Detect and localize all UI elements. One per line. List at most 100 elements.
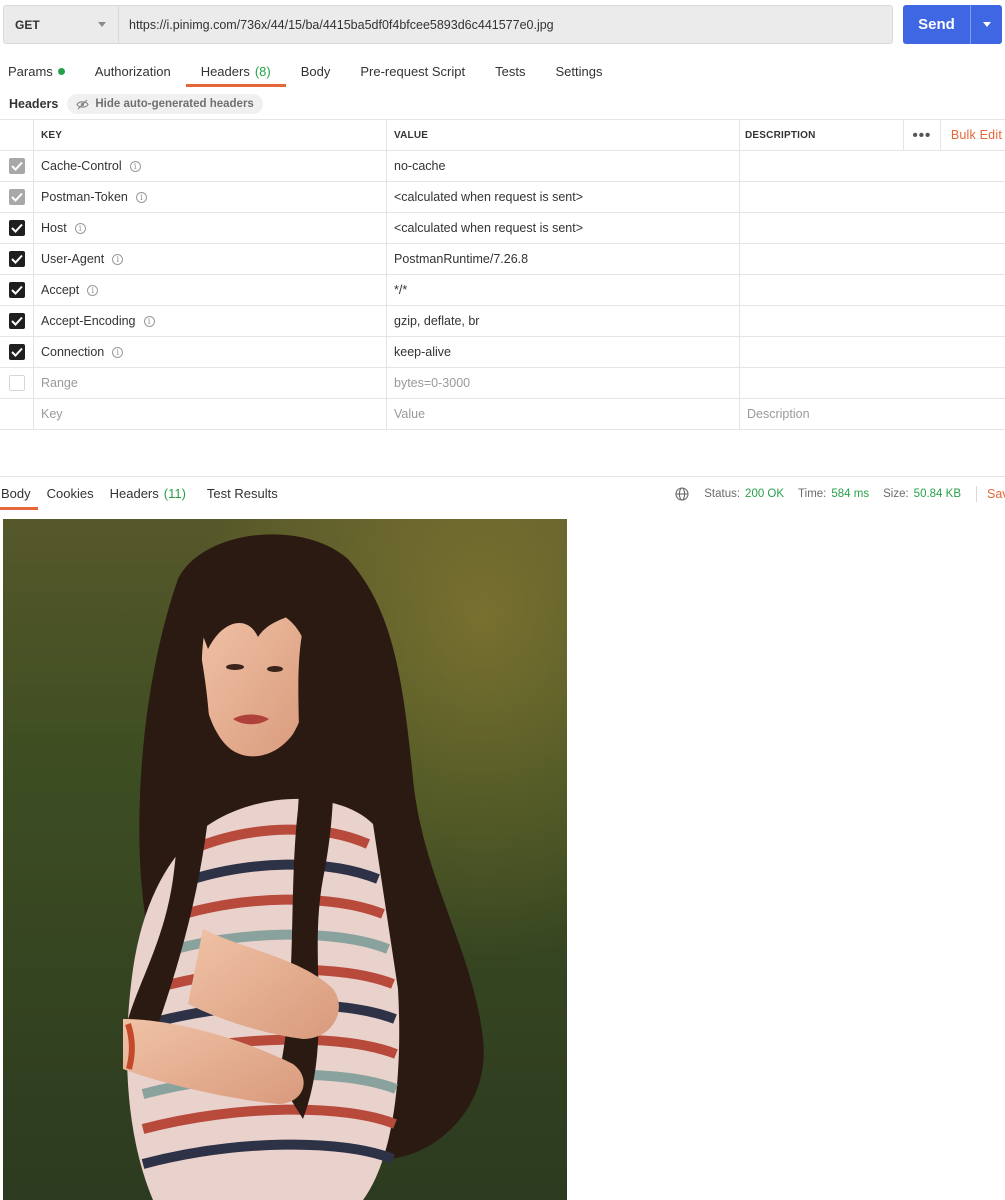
- header-value-cell[interactable]: no-cache: [387, 151, 740, 181]
- method-label: GET: [15, 17, 40, 32]
- new-description-input[interactable]: Description: [740, 399, 1005, 429]
- key-placeholder: Key: [41, 407, 63, 421]
- row-checkbox[interactable]: [8, 313, 25, 329]
- time-group: Time: 584 ms: [798, 488, 869, 500]
- response-tab-headers[interactable]: Headers (11): [110, 477, 186, 510]
- row-checkbox[interactable]: [8, 158, 25, 174]
- info-icon[interactable]: i: [74, 222, 86, 234]
- response-image-preview: [3, 519, 567, 1200]
- table-row: Cache-Control i no-cache: [0, 151, 1005, 182]
- tab-label: Pre-request Script: [360, 63, 466, 79]
- table-row: Accept i */*: [0, 275, 1005, 306]
- row-checkbox[interactable]: [8, 251, 25, 267]
- header-value-cell[interactable]: gzip, deflate, br: [387, 306, 740, 336]
- chevron-down-icon: [982, 22, 991, 27]
- header-value-cell[interactable]: <calculated when request is sent>: [387, 213, 740, 243]
- header-key-cell[interactable]: Postman-Token i: [34, 182, 387, 212]
- tab-pre-request-script[interactable]: Pre-request Script: [360, 55, 465, 87]
- row-checkbox-cell: [0, 275, 34, 305]
- header-description-cell[interactable]: [740, 368, 1005, 398]
- info-icon[interactable]: i: [112, 346, 124, 358]
- globe-icon[interactable]: [675, 486, 689, 501]
- table-header-row: KEY VALUE DESCRIPTION ••• Bulk Edit: [0, 120, 1005, 151]
- tab-headers[interactable]: Headers (8): [185, 55, 286, 87]
- header-value-cell[interactable]: bytes=0-3000: [387, 368, 740, 398]
- send-button[interactable]: Send: [903, 5, 1002, 44]
- request-tabs: Params Authorization Headers (8) Body Pr…: [0, 55, 602, 87]
- response-tab-cookies[interactable]: Cookies: [47, 477, 94, 510]
- send-options-button[interactable]: [970, 5, 1002, 44]
- tab-body[interactable]: Body: [301, 55, 331, 87]
- tab-label: Cookies: [46, 486, 94, 501]
- new-header-row: Key Value Description: [0, 399, 1005, 430]
- header-description-cell[interactable]: [740, 182, 1005, 212]
- tab-label: Settings: [555, 63, 603, 79]
- header-key-cell[interactable]: User-Agent i: [34, 244, 387, 274]
- header-key: User-Agent: [41, 252, 105, 266]
- header-key-cell[interactable]: Connection i: [34, 337, 387, 367]
- table-row: Range bytes=0-3000: [0, 368, 1005, 399]
- column-description-cell: DESCRIPTION ••• Bulk Edit: [740, 120, 1005, 150]
- row-checkbox-cell: [0, 182, 34, 212]
- tab-authorization[interactable]: Authorization: [95, 55, 171, 87]
- header-key-cell[interactable]: Host i: [34, 213, 387, 243]
- save-response-button[interactable]: Save Response: [987, 487, 1005, 501]
- header-key-cell[interactable]: Accept-Encoding i: [34, 306, 387, 336]
- table-row: Postman-Token i <calculated when request i…: [0, 182, 1005, 213]
- header-description-cell[interactable]: [740, 306, 1005, 336]
- info-icon[interactable]: i: [135, 191, 147, 203]
- header-description-cell[interactable]: [740, 275, 1005, 305]
- bulk-edit-button[interactable]: Bulk Edit: [941, 128, 1005, 142]
- url-input[interactable]: https://i.pinimg.com/736x/44/15/ba/4415b…: [119, 6, 892, 43]
- header-key-cell[interactable]: Accept i: [34, 275, 387, 305]
- header-description-cell[interactable]: [740, 213, 1005, 243]
- tab-settings[interactable]: Settings: [555, 55, 602, 87]
- size-label: Size:: [883, 487, 909, 500]
- header-value-cell[interactable]: */*: [387, 275, 740, 305]
- header-key-cell[interactable]: Cache-Control i: [34, 151, 387, 181]
- value-placeholder: Value: [394, 407, 426, 421]
- headers-title: Headers: [9, 97, 59, 111]
- tab-tests[interactable]: Tests: [495, 55, 525, 87]
- table-row: Accept-Encoding i gzip, deflate, br: [0, 306, 1005, 337]
- row-checkbox[interactable]: [8, 220, 25, 236]
- description-placeholder: Description: [747, 407, 810, 421]
- header-value-cell[interactable]: keep-alive: [387, 337, 740, 367]
- header-key: Accept-Encoding: [41, 314, 136, 328]
- row-checkbox[interactable]: [8, 189, 25, 205]
- response-tab-body[interactable]: Body: [0, 477, 38, 510]
- row-checkbox[interactable]: [8, 375, 25, 391]
- tab-params[interactable]: Params: [8, 55, 65, 87]
- info-icon[interactable]: i: [143, 315, 155, 327]
- new-key-input[interactable]: Key: [34, 399, 387, 429]
- info-icon[interactable]: i: [129, 160, 141, 172]
- row-checkbox[interactable]: [8, 344, 25, 360]
- response-bar: Body Cookies Headers (11) Test Results S…: [0, 476, 1005, 510]
- new-value-input[interactable]: Value: [387, 399, 740, 429]
- send-label: Send: [918, 16, 955, 33]
- divider: [976, 485, 977, 502]
- header-key-cell[interactable]: Range: [34, 368, 387, 398]
- tab-label: Headers: [109, 486, 159, 501]
- header-description-cell[interactable]: [740, 337, 1005, 367]
- hide-auto-generated-headers-button[interactable]: Hide auto-generated headers: [67, 94, 263, 114]
- header-key: Host: [41, 221, 67, 235]
- row-checkbox[interactable]: [8, 282, 25, 298]
- more-options-button[interactable]: •••: [902, 120, 941, 150]
- header-description-cell[interactable]: [740, 151, 1005, 181]
- info-icon[interactable]: i: [112, 253, 124, 265]
- header-value-cell[interactable]: PostmanRuntime/7.26.8: [387, 244, 740, 274]
- info-icon[interactable]: i: [87, 284, 99, 296]
- header-checkbox-column: [0, 120, 34, 150]
- method-select[interactable]: GET: [4, 6, 119, 43]
- tab-label: Tests: [495, 63, 526, 79]
- header-description-cell[interactable]: [740, 244, 1005, 274]
- request-bar: GET https://i.pinimg.com/736x/44/15/ba/4…: [3, 5, 893, 44]
- header-value-cell[interactable]: <calculated when request is sent>: [387, 182, 740, 212]
- row-checkbox-cell: [0, 151, 34, 181]
- response-tabs: Body Cookies Headers (11) Test Results: [0, 477, 278, 510]
- headers-table: KEY VALUE DESCRIPTION ••• Bulk Edit Cach…: [0, 119, 1005, 430]
- status-value: 200 OK: [745, 487, 785, 500]
- response-tab-test-results[interactable]: Test Results: [207, 477, 278, 510]
- chevron-down-icon: [98, 22, 106, 27]
